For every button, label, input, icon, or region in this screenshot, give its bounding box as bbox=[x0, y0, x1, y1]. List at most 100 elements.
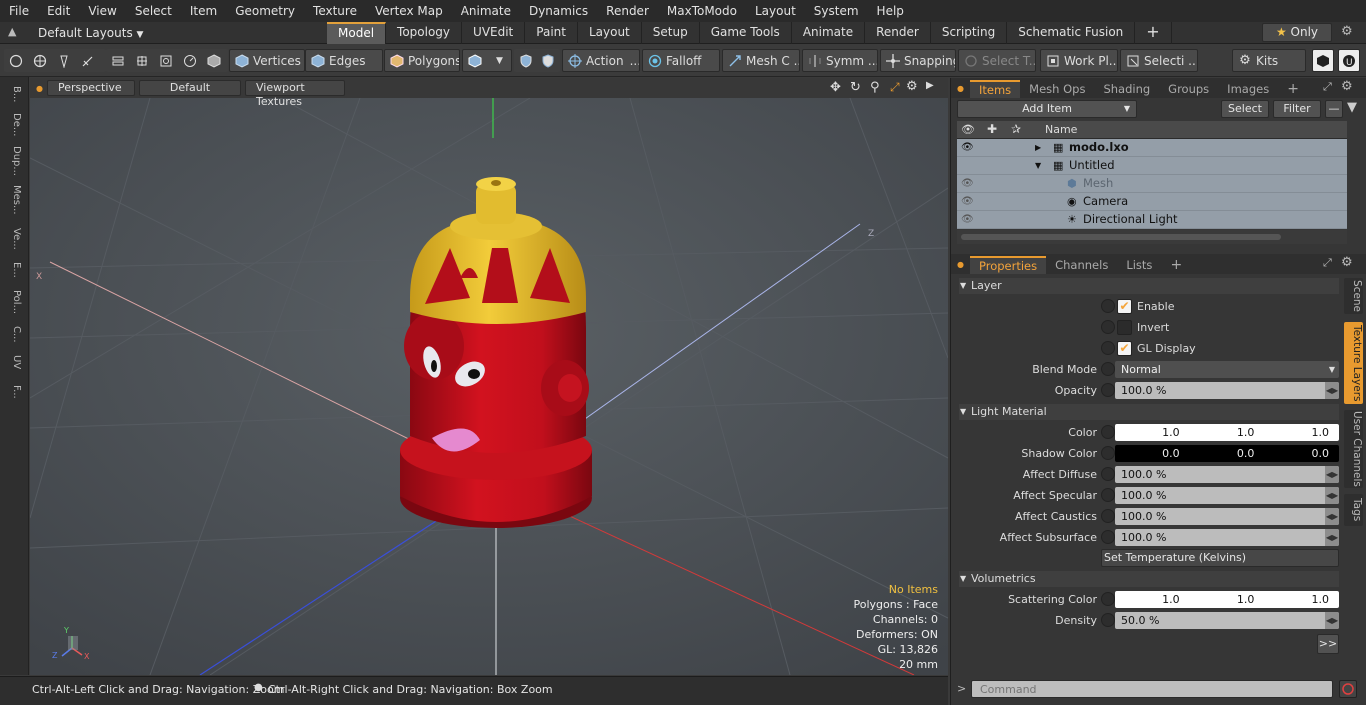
fit-view-icon[interactable]: ⤢ bbox=[890, 80, 900, 95]
gl-display-channel-dot[interactable] bbox=[1101, 341, 1115, 355]
tab-lists[interactable]: Lists bbox=[1117, 256, 1161, 274]
only-toggle[interactable]: ★ Only bbox=[1262, 23, 1332, 42]
view-mode-selector[interactable]: Perspective bbox=[46, 80, 135, 96]
affect-diffuse-channel-dot[interactable] bbox=[1101, 467, 1115, 481]
layout-selector[interactable]: Default Layouts ▼ bbox=[32, 24, 149, 42]
collapse-list-icon[interactable]: — bbox=[1325, 100, 1343, 118]
vtab-edge[interactable]: E... bbox=[4, 259, 22, 281]
viewport-textures-selector[interactable]: Viewport Textures bbox=[244, 80, 345, 108]
tree-row-untitled[interactable]: ▼ ▦ Untitled bbox=[957, 157, 1347, 175]
add-panel-tab-icon[interactable]: + bbox=[1278, 80, 1308, 98]
falloff-button[interactable]: Falloff bbox=[642, 49, 720, 72]
invert-checkbox[interactable] bbox=[1117, 320, 1132, 335]
work-plane-button[interactable]: Work Pl... bbox=[1040, 49, 1118, 72]
vtab-curve[interactable]: C... bbox=[4, 323, 22, 345]
menu-layout[interactable]: Layout bbox=[746, 0, 805, 22]
action-center-button[interactable]: Action... bbox=[562, 49, 640, 72]
tab-mesh-ops[interactable]: Mesh Ops bbox=[1020, 80, 1094, 98]
add-item-button[interactable]: Add Item ▼ bbox=[957, 100, 1137, 118]
section-volumetrics[interactable]: ▼ Volumetrics bbox=[959, 571, 1339, 587]
expand-more-button[interactable]: >> bbox=[1317, 634, 1339, 654]
tab-topology[interactable]: Topology bbox=[386, 22, 463, 44]
vtab-basic[interactable]: B... bbox=[4, 83, 22, 105]
slider-arrows-icon[interactable]: ◀▶ bbox=[1325, 508, 1339, 525]
shadow-r[interactable]: 0.0 bbox=[1115, 445, 1190, 462]
tab-shading[interactable]: Shading bbox=[1094, 80, 1159, 98]
slider-arrows-icon[interactable]: ◀▶ bbox=[1325, 382, 1339, 399]
slider-arrows-icon[interactable]: ◀▶ bbox=[1325, 529, 1339, 546]
unreal-logo-icon[interactable]: U bbox=[1338, 49, 1360, 72]
vtab-polygon[interactable]: Pol... bbox=[4, 287, 22, 317]
scattering-color-field[interactable]: 1.0 1.0 1.0 bbox=[1115, 591, 1339, 608]
add-panel-tab-icon[interactable]: + bbox=[1161, 256, 1191, 274]
color-b[interactable]: 1.0 bbox=[1264, 424, 1339, 441]
viewport-settings-gear-icon[interactable]: ⚙ bbox=[906, 79, 918, 94]
shadow-b[interactable]: 0.0 bbox=[1264, 445, 1339, 462]
tab-groups[interactable]: Groups bbox=[1159, 80, 1218, 98]
circle-select-icon[interactable] bbox=[9, 54, 23, 68]
brush-icon[interactable] bbox=[81, 54, 95, 68]
funnel-filter-icon[interactable]: ▼ bbox=[1347, 100, 1357, 115]
tab-scripting[interactable]: Scripting bbox=[931, 22, 1008, 44]
expand-panel-icon[interactable]: ⤢ bbox=[1323, 80, 1332, 94]
tab-channels[interactable]: Channels bbox=[1046, 256, 1117, 274]
panel-settings-gear-icon[interactable]: ⚙ bbox=[1341, 255, 1353, 270]
scrollbar-thumb[interactable] bbox=[961, 234, 1281, 240]
affect-subsurface-channel-dot[interactable] bbox=[1101, 530, 1115, 544]
affect-specular-channel-dot[interactable] bbox=[1101, 488, 1115, 502]
cube-shaded-icon[interactable] bbox=[207, 53, 221, 68]
item-type-icon[interactable]: ✰ bbox=[1011, 122, 1021, 136]
menu-texture[interactable]: Texture bbox=[304, 0, 366, 22]
menu-file[interactable]: File bbox=[0, 0, 38, 22]
tab-images[interactable]: Images bbox=[1218, 80, 1278, 98]
tab-properties[interactable]: Properties bbox=[969, 256, 1047, 274]
rtab-scene[interactable]: Scene bbox=[1344, 278, 1363, 314]
set-temperature-button[interactable]: Set Temperature (Kelvins) bbox=[1101, 549, 1339, 567]
snapping-button[interactable]: Snapping bbox=[880, 49, 956, 72]
tree-row-modo-lxo[interactable]: 👁 ▶ ▦ modo.lxo bbox=[957, 139, 1347, 157]
add-tab-icon[interactable]: + bbox=[1135, 22, 1172, 44]
tree-row-directional-light[interactable]: 👁 ☀ Directional Light bbox=[957, 211, 1347, 229]
density-field[interactable]: 50.0 % ◀▶ bbox=[1115, 612, 1339, 629]
select-through-button[interactable]: Select T... bbox=[958, 49, 1036, 72]
affect-subsurface-field[interactable]: 100.0 % ◀▶ bbox=[1115, 529, 1339, 546]
tab-game-tools[interactable]: Game Tools bbox=[700, 22, 792, 44]
visibility-eye-icon[interactable]: 👁 bbox=[961, 123, 975, 136]
section-layer[interactable]: ▼ Layer bbox=[959, 278, 1339, 294]
slider-arrows-icon[interactable]: ◀▶ bbox=[1325, 487, 1339, 504]
affect-caustics-field[interactable]: 100.0 % ◀▶ bbox=[1115, 508, 1339, 525]
menu-animate[interactable]: Animate bbox=[452, 0, 520, 22]
shadow-color-field[interactable]: 0.0 0.0 0.0 bbox=[1115, 445, 1339, 462]
vertices-button[interactable]: Vertices bbox=[229, 49, 305, 72]
blend-mode-select[interactable]: Normal ▼ bbox=[1115, 361, 1339, 378]
color-channel-dot[interactable] bbox=[1101, 425, 1115, 439]
settings-gear-icon[interactable]: ⚙ bbox=[1341, 24, 1353, 39]
vtab-fusion[interactable]: F... bbox=[4, 379, 22, 405]
mesh-constraint-button[interactable]: Mesh C ... bbox=[722, 49, 800, 72]
density-channel-dot[interactable] bbox=[1101, 613, 1115, 627]
modo-cube-icon[interactable] bbox=[1312, 49, 1334, 72]
rtab-texture-layers[interactable]: Texture Layers bbox=[1344, 322, 1363, 404]
items-scrollbar[interactable] bbox=[957, 230, 1347, 244]
tab-schematic-fusion[interactable]: Schematic Fusion bbox=[1007, 22, 1136, 44]
shadow-color-channel-dot[interactable] bbox=[1101, 446, 1115, 460]
select-button[interactable]: Select bbox=[1221, 100, 1269, 118]
zoom-icon[interactable]: ⚲ bbox=[870, 80, 880, 95]
affect-specular-field[interactable]: 100.0 % ◀▶ bbox=[1115, 487, 1339, 504]
affect-caustics-channel-dot[interactable] bbox=[1101, 509, 1115, 523]
visibility-eye-icon[interactable]: 👁 bbox=[961, 175, 974, 192]
menu-select[interactable]: Select bbox=[126, 0, 181, 22]
opacity-channel-dot[interactable] bbox=[1101, 383, 1115, 397]
shield-alt-icon[interactable] bbox=[541, 53, 555, 68]
selection-sets-button[interactable]: Selecti ... bbox=[1120, 49, 1198, 72]
scattering-color-channel-dot[interactable] bbox=[1101, 592, 1115, 606]
invert-channel-dot[interactable] bbox=[1101, 320, 1115, 334]
tab-layout[interactable]: Layout bbox=[578, 22, 642, 44]
viewport-menu-dot-icon[interactable]: ● bbox=[36, 84, 43, 93]
scatter-r[interactable]: 1.0 bbox=[1115, 591, 1190, 608]
menu-render[interactable]: Render bbox=[597, 0, 658, 22]
play-arrow-icon[interactable]: ▶ bbox=[926, 80, 934, 91]
gl-display-checkbox[interactable]: ✔ bbox=[1117, 341, 1132, 356]
menu-vertex-map[interactable]: Vertex Map bbox=[366, 0, 452, 22]
color-field[interactable]: 1.0 1.0 1.0 bbox=[1115, 424, 1339, 441]
